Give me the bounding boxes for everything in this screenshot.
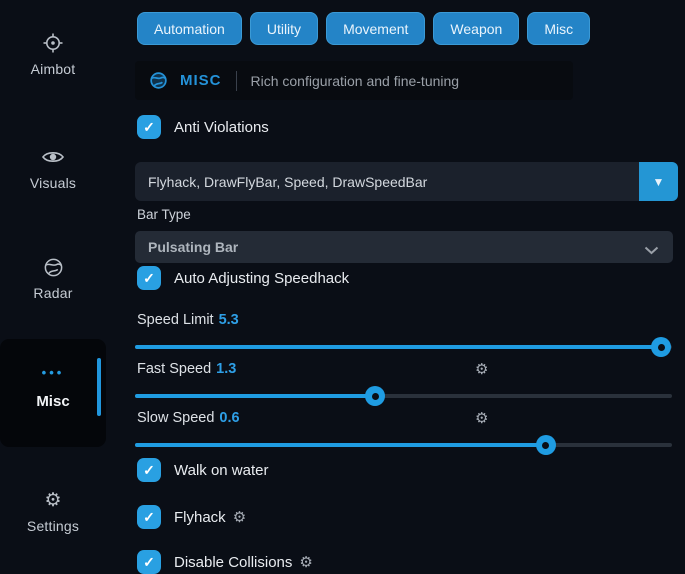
gear-icon[interactable]: ⚙ bbox=[233, 508, 246, 526]
section-title: MISC bbox=[180, 72, 222, 89]
fast-speed-slider[interactable] bbox=[135, 386, 672, 406]
multiselect-value: Flyhack, DrawFlyBar, Speed, DrawSpeedBar bbox=[135, 174, 427, 190]
tab-automation[interactable]: Automation bbox=[137, 12, 242, 45]
eye-icon bbox=[0, 145, 106, 169]
bars-multiselect[interactable]: Flyhack, DrawFlyBar, Speed, DrawSpeedBar… bbox=[135, 162, 678, 201]
checkbox-checked-icon[interactable]: ✓ bbox=[137, 505, 161, 529]
checkbox-walk-on-water[interactable]: ✓ Walk on water bbox=[137, 458, 268, 482]
sidebar-item-misc-selected[interactable]: ••• Misc bbox=[0, 339, 106, 447]
gear-icon[interactable]: ⚙ bbox=[299, 553, 312, 571]
section-subtitle: Rich configuration and fine-tuning bbox=[251, 73, 460, 89]
bar-type-label: Bar Type bbox=[137, 207, 191, 222]
fast-speed-label: Fast Speed1.3 ⚙ bbox=[137, 361, 236, 377]
sidebar-item-visuals[interactable]: Visuals bbox=[0, 145, 106, 191]
slider-thumb[interactable] bbox=[536, 435, 556, 455]
globe-icon bbox=[0, 255, 106, 279]
section-header: MISC Rich configuration and fine-tuning bbox=[135, 61, 573, 100]
slider-thumb[interactable] bbox=[365, 386, 385, 406]
sidebar-label: Settings bbox=[0, 518, 106, 534]
gear-icon[interactable]: ⚙ bbox=[475, 360, 488, 378]
cheat-menu-window: { "glyphs": { "check": "✓", "dropdown_ar… bbox=[0, 0, 685, 563]
sidebar-label: Visuals bbox=[0, 175, 106, 191]
checkbox-label: Walk on water bbox=[174, 462, 268, 479]
checkbox-label: Flyhack bbox=[174, 509, 226, 526]
gear-icon[interactable]: ⚙ bbox=[475, 409, 488, 427]
tab-movement[interactable]: Movement bbox=[326, 12, 425, 45]
select-value: Pulsating Bar bbox=[135, 239, 238, 255]
main-content: Automation Utility Movement Weapon Misc … bbox=[135, 0, 680, 563]
sidebar: Aimbot Visuals Radar ••• Misc ⚙ Settin bbox=[0, 0, 130, 563]
active-indicator-bar bbox=[97, 358, 101, 416]
sidebar-item-radar[interactable]: Radar bbox=[0, 255, 106, 301]
slider-fill bbox=[135, 443, 546, 447]
sidebar-item-settings[interactable]: ⚙ Settings bbox=[0, 488, 106, 534]
slider-fill bbox=[135, 394, 375, 398]
gear-icon: ⚙ bbox=[0, 488, 106, 512]
checkbox-anti-violations[interactable]: ✓ Anti Violations bbox=[137, 115, 269, 139]
dropdown-open-button[interactable]: ▼ bbox=[639, 162, 678, 201]
checkbox-checked-icon[interactable]: ✓ bbox=[137, 115, 161, 139]
dropdown-arrow-icon: ▼ bbox=[653, 175, 665, 189]
slow-speed-value: 0.6 bbox=[219, 410, 239, 426]
fast-speed-value: 1.3 bbox=[216, 361, 236, 377]
ellipsis-icon: ••• bbox=[0, 365, 106, 380]
checkbox-auto-adjusting-speedhack[interactable]: ✓ Auto Adjusting Speedhack bbox=[137, 266, 349, 290]
divider bbox=[236, 71, 237, 91]
tab-weapon[interactable]: Weapon bbox=[433, 12, 519, 45]
speed-limit-slider[interactable] bbox=[135, 337, 672, 357]
tab-utility[interactable]: Utility bbox=[250, 12, 318, 45]
slow-speed-slider[interactable] bbox=[135, 435, 672, 455]
category-tabs: Automation Utility Movement Weapon Misc bbox=[137, 12, 590, 45]
sidebar-label: Radar bbox=[0, 285, 106, 301]
checkbox-checked-icon[interactable]: ✓ bbox=[137, 266, 161, 290]
bar-type-select[interactable]: Pulsating Bar bbox=[135, 231, 673, 263]
crosshair-icon bbox=[0, 31, 106, 55]
checkbox-checked-icon[interactable]: ✓ bbox=[137, 458, 161, 482]
globe-icon bbox=[149, 71, 168, 90]
sidebar-label: Aimbot bbox=[0, 61, 106, 77]
sidebar-label: Misc bbox=[0, 393, 106, 410]
checkbox-disable-collisions[interactable]: ✓ Disable Collisions ⚙ bbox=[137, 550, 313, 574]
checkbox-label: Anti Violations bbox=[174, 119, 269, 136]
chevron-down-icon bbox=[644, 242, 659, 260]
speed-limit-label: Speed Limit5.3 bbox=[137, 312, 239, 328]
sidebar-item-aimbot[interactable]: Aimbot bbox=[0, 31, 106, 77]
slow-speed-label: Slow Speed0.6 ⚙ bbox=[137, 410, 240, 426]
slider-fill bbox=[135, 345, 661, 349]
checkbox-checked-icon[interactable]: ✓ bbox=[137, 550, 161, 574]
checkbox-label: Disable Collisions bbox=[174, 554, 292, 571]
slider-thumb[interactable] bbox=[651, 337, 671, 357]
speed-limit-value: 5.3 bbox=[219, 312, 239, 328]
checkbox-label: Auto Adjusting Speedhack bbox=[174, 270, 349, 287]
checkbox-flyhack[interactable]: ✓ Flyhack ⚙ bbox=[137, 505, 246, 529]
tab-misc[interactable]: Misc bbox=[527, 12, 590, 45]
